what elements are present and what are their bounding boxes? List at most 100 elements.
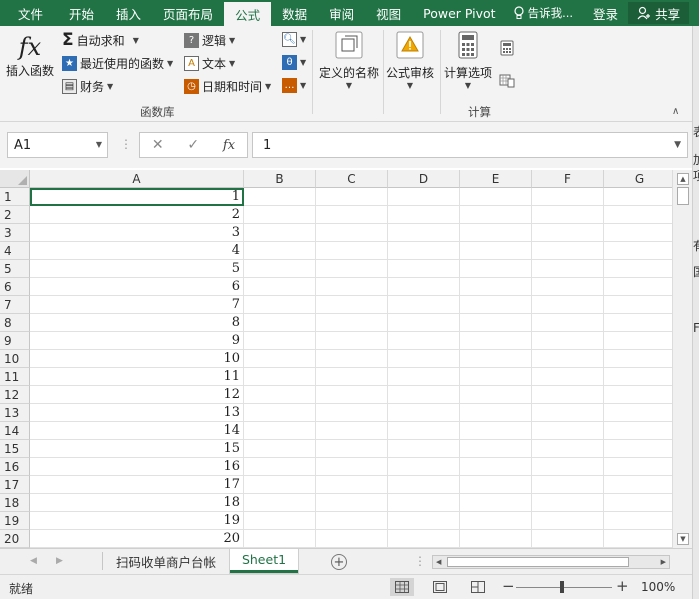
cell[interactable]: [460, 296, 532, 314]
insert-function-fx-icon[interactable]: fx: [223, 138, 235, 153]
login-button[interactable]: 登录: [583, 0, 628, 26]
calc-now-button[interactable]: [500, 40, 514, 56]
cell[interactable]: [244, 368, 316, 386]
cell[interactable]: [388, 386, 460, 404]
row-header[interactable]: 15: [0, 440, 30, 458]
tab-file[interactable]: 文件: [0, 0, 54, 26]
cell[interactable]: [388, 350, 460, 368]
zoom-level[interactable]: 100%: [641, 580, 675, 594]
cell[interactable]: [532, 386, 604, 404]
scroll-left-icon[interactable]: ◀: [436, 556, 441, 568]
cell-a[interactable]: 20: [30, 530, 244, 548]
row-header[interactable]: 10: [0, 350, 30, 368]
cell-a[interactable]: 4: [30, 242, 244, 260]
sheet-tab[interactable]: 扫码收单商户台帐: [104, 549, 228, 573]
cell[interactable]: [604, 368, 672, 386]
cell-a[interactable]: 17: [30, 476, 244, 494]
cell-a[interactable]: 11: [30, 368, 244, 386]
cell-a[interactable]: 1: [30, 188, 244, 206]
cancel-icon[interactable]: ✕: [152, 137, 164, 153]
page-break-view-button[interactable]: [466, 578, 490, 596]
cell[interactable]: [316, 368, 388, 386]
row-header[interactable]: 9: [0, 332, 30, 350]
column-header[interactable]: A: [30, 170, 244, 188]
tell-me-box[interactable]: 告诉我...: [507, 0, 583, 26]
cell[interactable]: [316, 404, 388, 422]
column-header[interactable]: E: [460, 170, 532, 188]
cell[interactable]: [532, 404, 604, 422]
cell[interactable]: [316, 296, 388, 314]
cell[interactable]: [316, 440, 388, 458]
cell[interactable]: [244, 350, 316, 368]
row-header[interactable]: 18: [0, 494, 30, 512]
autosum-button[interactable]: Σ 自动求和 ▼: [62, 32, 139, 49]
datetime-button[interactable]: ◷ 日期和时间 ▼: [184, 78, 271, 95]
cell[interactable]: [460, 242, 532, 260]
cell[interactable]: [604, 206, 672, 224]
normal-view-button[interactable]: [390, 578, 414, 596]
cell[interactable]: [532, 278, 604, 296]
row-header[interactable]: 1: [0, 188, 30, 206]
cell[interactable]: [388, 476, 460, 494]
cell[interactable]: [604, 350, 672, 368]
cell[interactable]: [316, 476, 388, 494]
cell[interactable]: [460, 332, 532, 350]
cell[interactable]: [316, 458, 388, 476]
cell[interactable]: [460, 530, 532, 548]
text-button[interactable]: A 文本 ▼: [184, 55, 235, 72]
math-button[interactable]: θ ▼: [282, 55, 306, 70]
sheet-next-icon[interactable]: ▶: [56, 556, 63, 566]
cell[interactable]: [244, 206, 316, 224]
cell-a[interactable]: 14: [30, 422, 244, 440]
formula-input[interactable]: 1 ▼: [252, 132, 688, 158]
vertical-scrollbar[interactable]: ▲ ▼: [672, 170, 692, 548]
cell[interactable]: [460, 494, 532, 512]
cell-a[interactable]: 6: [30, 278, 244, 296]
cell[interactable]: [244, 530, 316, 548]
cell[interactable]: [460, 260, 532, 278]
cell-a[interactable]: 18: [30, 494, 244, 512]
cell[interactable]: [604, 476, 672, 494]
cell[interactable]: [244, 296, 316, 314]
cell[interactable]: [244, 386, 316, 404]
tab-review[interactable]: 审阅: [318, 0, 365, 26]
share-button[interactable]: 共享: [628, 2, 690, 24]
cell[interactable]: [532, 422, 604, 440]
name-box[interactable]: A1 ▼: [7, 132, 108, 158]
cell[interactable]: [460, 476, 532, 494]
cell[interactable]: [604, 296, 672, 314]
financial-button[interactable]: ▤ 财务 ▼: [62, 78, 113, 95]
calc-sheet-button[interactable]: [499, 72, 515, 88]
sheet-prev-icon[interactable]: ◀: [30, 556, 37, 566]
cell[interactable]: [532, 224, 604, 242]
cell[interactable]: [388, 530, 460, 548]
cell[interactable]: [388, 512, 460, 530]
cell[interactable]: [316, 278, 388, 296]
zoom-slider[interactable]: [516, 587, 612, 588]
cell-a[interactable]: 2: [30, 206, 244, 224]
cell[interactable]: [460, 188, 532, 206]
page-layout-view-button[interactable]: [428, 578, 452, 596]
cell[interactable]: [316, 350, 388, 368]
cell[interactable]: [388, 440, 460, 458]
row-header[interactable]: 12: [0, 386, 30, 404]
cell[interactable]: [604, 422, 672, 440]
cell[interactable]: [244, 224, 316, 242]
scroll-thumb[interactable]: [447, 557, 629, 567]
cell[interactable]: [244, 188, 316, 206]
cell[interactable]: [604, 188, 672, 206]
row-header[interactable]: 14: [0, 422, 30, 440]
cell[interactable]: [604, 278, 672, 296]
calc-options-button[interactable]: 计算选项 ▼: [444, 30, 492, 90]
sheet-tab-active[interactable]: Sheet1: [230, 549, 298, 573]
formula-auditing-button[interactable]: 公式审核 ▼: [386, 30, 434, 90]
scroll-down-icon[interactable]: ▼: [677, 533, 689, 545]
cell[interactable]: [316, 422, 388, 440]
cell[interactable]: [244, 314, 316, 332]
cell[interactable]: [388, 224, 460, 242]
recent-functions-button[interactable]: ★ 最近使用的函数 ▼: [62, 55, 173, 72]
cell[interactable]: [460, 386, 532, 404]
logical-button[interactable]: ? 逻辑 ▼: [184, 32, 235, 49]
cell[interactable]: [532, 188, 604, 206]
scroll-up-icon[interactable]: ▲: [677, 173, 689, 185]
